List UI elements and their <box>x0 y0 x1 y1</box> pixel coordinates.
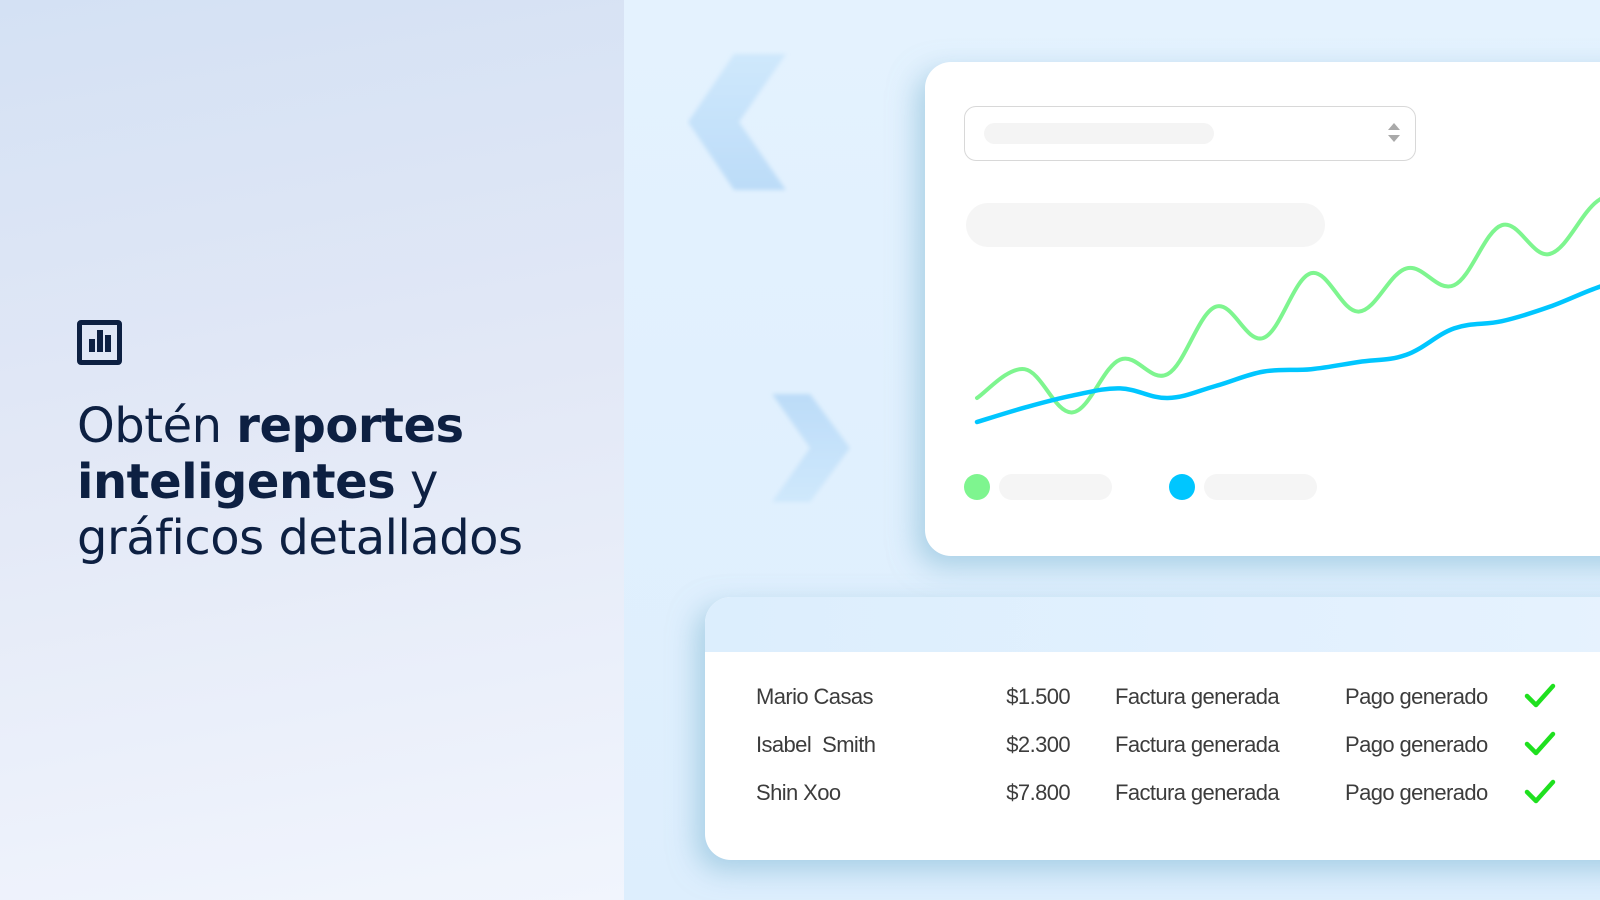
series-line-2 <box>974 284 1600 425</box>
invoice-status: Factura generada <box>1115 684 1280 709</box>
legend-label-placeholder <box>1204 474 1317 500</box>
amount: $7.800 <box>1006 780 1070 805</box>
table-body: Mario Casas $1.500 Factura generada Pago… <box>705 682 1600 828</box>
table-row[interactable]: Isabel Smith $2.300 Factura generada Pag… <box>705 730 1600 780</box>
hero-headline: Obtén reportes inteligentes y gráficos d… <box>77 398 597 566</box>
table-row[interactable]: Shin Xoo $7.800 Factura generada Pago ge… <box>705 778 1600 828</box>
check-icon <box>1524 778 1556 806</box>
amount: $1.500 <box>1006 684 1070 709</box>
client-name: Mario Casas <box>756 684 873 709</box>
legend-label-placeholder <box>999 474 1112 500</box>
headline-text-2: y <box>395 454 438 510</box>
check-icon <box>1524 682 1556 710</box>
payment-status: Pago generado <box>1345 780 1488 805</box>
headline-bold-2: inteligentes <box>77 454 396 510</box>
hero-panel: Obtén reportes inteligentes y gráficos d… <box>0 0 624 900</box>
payment-status: Pago generado <box>1345 684 1488 709</box>
legend-item <box>964 474 1112 500</box>
client-name: Isabel Smith <box>756 732 876 757</box>
bar-chart-icon <box>77 320 122 365</box>
headline-bold-1: reportes <box>236 398 464 454</box>
chevron-left-icon <box>688 54 786 190</box>
invoice-status: Factura generada <box>1115 780 1280 805</box>
chart-card <box>925 62 1600 556</box>
headline-text-3: gráficos detallados <box>77 510 523 566</box>
amount: $2.300 <box>1006 732 1070 757</box>
table-row[interactable]: Mario Casas $1.500 Factura generada Pago… <box>705 682 1600 732</box>
payment-status: Pago generado <box>1345 732 1488 757</box>
table-header <box>705 597 1600 652</box>
invoice-status: Factura generada <box>1115 732 1280 757</box>
series-line-1 <box>975 196 1600 415</box>
legend-dot <box>1169 474 1195 500</box>
transactions-table: Mario Casas $1.500 Factura generada Pago… <box>705 597 1600 860</box>
legend-item <box>1169 474 1317 500</box>
chevron-right-icon <box>772 394 850 502</box>
headline-text-1: Obtén <box>77 398 237 454</box>
legend-dot <box>964 474 990 500</box>
check-icon <box>1524 730 1556 758</box>
client-name: Shin Xoo <box>756 780 841 805</box>
